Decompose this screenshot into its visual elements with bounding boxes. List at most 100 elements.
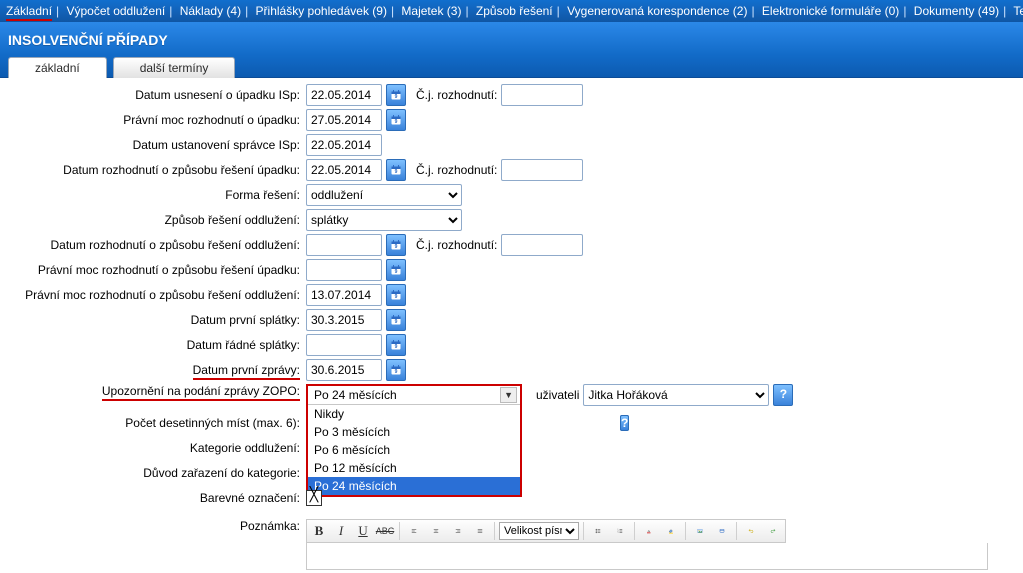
rte-align-right-button[interactable] <box>448 522 468 540</box>
label-datum-usneseni: Datum usnesení o úpadku ISp: <box>135 88 300 102</box>
label-upozorneni-zopo: Upozornění na podání zprávy ZOPO: <box>102 384 300 401</box>
top-nav: Základní| Výpočet oddlužení| Náklady (4)… <box>0 0 1023 22</box>
rte-align-center-button[interactable] <box>426 522 446 540</box>
label-barevne-oznaceni: Barevné označení: <box>200 491 300 505</box>
nav-link-terminy[interactable]: Termíny a lhůty <box>1013 4 1023 18</box>
color-none-icon[interactable]: ╳ <box>306 490 322 506</box>
input-datum-radne-splatky[interactable] <box>306 334 382 356</box>
label-duvod-kategorie: Důvod zařazení do kategorie: <box>143 466 300 480</box>
rte-fontsize-select[interactable]: Velikost písm <box>499 522 579 540</box>
svg-text:3: 3 <box>618 532 619 534</box>
input-cj1[interactable] <box>501 84 583 106</box>
select-upozorneni-zopo[interactable]: Po 24 měsících ▼ Nikdy Po 3 měsících Po … <box>306 384 522 497</box>
chevron-down-icon: ▼ <box>500 387 517 403</box>
nav-link-majetek[interactable]: Majetek (3) <box>401 4 461 18</box>
nav-link-korespondence[interactable]: Vygenerovaná korespondence (2) <box>567 4 747 18</box>
svg-text:9: 9 <box>395 294 398 300</box>
input-datum-prvni-zpravy[interactable] <box>306 359 382 381</box>
select-current-value[interactable]: Po 24 měsících ▼ <box>308 386 520 405</box>
svg-text:9: 9 <box>395 269 398 275</box>
page-band: INSOLVENČNÍ PŘÍPADY základní další termí… <box>0 22 1023 78</box>
label-cj3: Č.j. rozhodnutí: <box>416 238 497 252</box>
nav-link-zpusob[interactable]: Způsob řešení <box>476 4 553 18</box>
svg-text:9: 9 <box>395 119 398 125</box>
input-pravni-moc-zpusob-oddluzeni[interactable] <box>306 284 382 306</box>
rte-content[interactable] <box>306 543 988 570</box>
label-poznamka: Poznámka: <box>240 519 300 533</box>
svg-text:A: A <box>648 529 651 533</box>
select-zpusob-oddluzeni[interactable]: splátky <box>306 209 462 231</box>
rte-align-justify-button[interactable] <box>470 522 490 540</box>
help-button[interactable]: ? <box>773 384 793 406</box>
rte-source-button[interactable] <box>712 522 732 540</box>
option-24m[interactable]: Po 24 měsících <box>308 477 520 495</box>
svg-text:9: 9 <box>395 94 398 100</box>
nav-link-prihlasky[interactable]: Přihlášky pohledávek (9) <box>256 4 387 18</box>
rte-redo-button[interactable] <box>763 522 783 540</box>
select-options-list: Nikdy Po 3 měsících Po 6 měsících Po 12 … <box>308 405 520 495</box>
input-datum-prvni-splatky[interactable] <box>306 309 382 331</box>
nav-link-dokumenty[interactable]: Dokumenty (49) <box>914 4 999 18</box>
label-forma-reseni: Forma řešení: <box>225 188 300 202</box>
nav-link-naklady[interactable]: Náklady (4) <box>180 4 241 18</box>
label-pravni-moc-zpusob-oddluzeni: Právní moc rozhodnutí o způsobu řešení o… <box>25 288 300 302</box>
rte-image-button[interactable] <box>690 522 710 540</box>
option-nikdy[interactable]: Nikdy <box>308 405 520 423</box>
rte-italic-button[interactable]: I <box>331 522 351 540</box>
tab-zakladni[interactable]: základní <box>8 57 107 78</box>
select-forma-reseni[interactable]: oddlužení <box>306 184 462 206</box>
label-pocet-desetin: Počet desetinných míst (max. 6): <box>125 416 300 430</box>
option-3m[interactable]: Po 3 měsících <box>308 423 520 441</box>
label-pravni-moc-zpusob-upadku: Právní moc rozhodnutí o způsobu řešení ú… <box>38 263 300 277</box>
input-pravni-moc-zpusob-upadku[interactable] <box>306 259 382 281</box>
option-12m[interactable]: Po 12 měsících <box>308 459 520 477</box>
calendar-icon[interactable]: 9 <box>386 109 406 131</box>
calendar-icon[interactable]: 9 <box>386 259 406 281</box>
label-datum-rozhodnuti-upadku: Datum rozhodnutí o způsobu řešení úpadku… <box>63 163 300 177</box>
input-cj2[interactable] <box>501 159 583 181</box>
label-datum-ustanoveni: Datum ustanovení správce ISp: <box>133 138 300 152</box>
svg-text:9: 9 <box>395 169 398 175</box>
svg-text:9: 9 <box>395 244 398 250</box>
calendar-icon[interactable]: 9 <box>386 284 406 306</box>
help-button[interactable]: ? <box>620 415 629 431</box>
svg-text:9: 9 <box>395 369 398 375</box>
rte-undo-button[interactable] <box>741 522 761 540</box>
label-cj2: Č.j. rozhodnutí: <box>416 163 497 177</box>
rte-underline-button[interactable]: U <box>353 522 373 540</box>
label-cj1: Č.j. rozhodnutí: <box>416 88 497 102</box>
option-6m[interactable]: Po 6 měsících <box>308 441 520 459</box>
calendar-icon[interactable]: 9 <box>386 359 406 381</box>
rte-ordered-list-button[interactable]: 123 <box>610 522 630 540</box>
input-pravni-moc-upadku[interactable] <box>306 109 382 131</box>
input-datum-rozhodnuti-upadku[interactable] <box>306 159 382 181</box>
calendar-icon[interactable]: 9 <box>386 159 406 181</box>
rte-align-left-button[interactable] <box>404 522 424 540</box>
rte-font-color-button[interactable]: A <box>639 522 659 540</box>
label-datum-radne-splatky: Datum řádné splátky: <box>187 338 300 352</box>
nav-link-vypocet[interactable]: Výpočet oddlužení <box>67 4 166 18</box>
calendar-icon[interactable]: 9 <box>386 334 406 356</box>
tab-dalsi-terminy[interactable]: další termíny <box>113 57 236 78</box>
rte-strike-button[interactable]: ABC <box>375 522 395 540</box>
select-user[interactable]: Jitka Hořáková <box>583 384 769 406</box>
calendar-icon[interactable]: 9 <box>386 84 406 106</box>
input-datum-ustanoveni[interactable] <box>306 134 382 156</box>
rte-unordered-list-button[interactable] <box>588 522 608 540</box>
input-datum-rozhodnuti-oddluzeni[interactable] <box>306 234 382 256</box>
nav-link-zakladni[interactable]: Základní <box>6 4 52 21</box>
input-datum-usneseni[interactable] <box>306 84 382 106</box>
nav-link-formulare[interactable]: Elektronické formuláře (0) <box>762 4 899 18</box>
label-kategorie-oddluzeni: Kategorie oddlužení: <box>190 441 300 455</box>
label-zpusob-oddluzeni: Způsob řešení oddlužení: <box>165 213 300 227</box>
calendar-icon[interactable]: 9 <box>386 234 406 256</box>
rte-back-color-button[interactable] <box>661 522 681 540</box>
input-cj3[interactable] <box>501 234 583 256</box>
calendar-icon[interactable]: 9 <box>386 309 406 331</box>
rte-bold-button[interactable]: B <box>309 522 329 540</box>
form-area: Datum usnesení o úpadku ISp: 9 Č.j. rozh… <box>0 78 1023 570</box>
svg-text:9: 9 <box>395 344 398 350</box>
label-datum-rozhodnuti-oddluzeni: Datum rozhodnutí o způsobu řešení oddluž… <box>51 238 301 252</box>
page-title: INSOLVENČNÍ PŘÍPADY <box>8 32 1015 48</box>
label-pravni-moc-upadku: Právní moc rozhodnutí o úpadku: <box>123 113 300 127</box>
